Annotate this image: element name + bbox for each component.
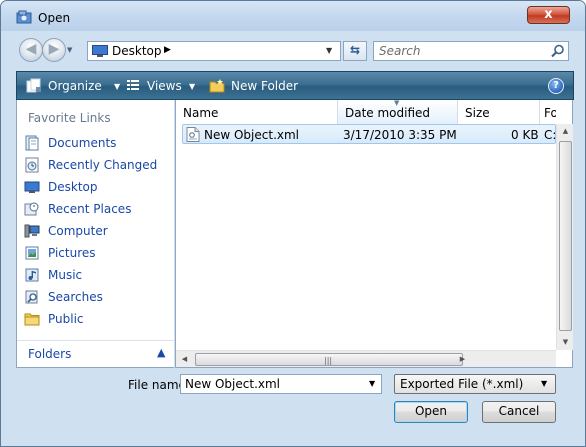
scroll-up-icon[interactable]: ▲ bbox=[557, 127, 574, 135]
file-name-cell: New Object.xml bbox=[204, 128, 300, 142]
sidebar-item-label: Pictures bbox=[48, 246, 96, 260]
vertical-scroll-thumb[interactable] bbox=[559, 141, 572, 331]
sidebar-item-label: Recently Changed bbox=[48, 158, 158, 172]
forward-button[interactable]: ▶ bbox=[42, 38, 66, 62]
favorite-links-heading: Favorite Links bbox=[28, 111, 111, 125]
close-button[interactable]: x bbox=[527, 6, 570, 24]
file-name-value: New Object.xml bbox=[185, 377, 281, 391]
sidebar-item-music[interactable]: Music bbox=[22, 265, 172, 285]
sidebar-item-searches[interactable]: Searches bbox=[22, 287, 172, 307]
sidebar-item-recently-changed[interactable]: Recently Changed bbox=[22, 155, 172, 175]
public-folder-icon bbox=[24, 313, 40, 326]
sidebar-item-pictures[interactable]: Pictures bbox=[22, 243, 172, 263]
views-dropdown-icon: ▼ bbox=[189, 82, 196, 91]
recent-places-icon bbox=[24, 202, 39, 216]
open-dialog-icon bbox=[16, 10, 32, 24]
folder-cell: C: bbox=[544, 128, 557, 142]
file-type-value: Exported File (*.xml) bbox=[400, 377, 524, 391]
navigation-pane: Favorite Links Documents Recently Change… bbox=[16, 100, 175, 368]
column-header-date-modified[interactable]: ▼ Date modified bbox=[338, 99, 458, 124]
help-icon[interactable]: ? bbox=[548, 78, 564, 94]
column-header-size[interactable]: Size bbox=[458, 100, 540, 124]
file-name-field[interactable]: New Object.xml ▼ bbox=[180, 374, 382, 394]
size-cell: 0 KB bbox=[511, 128, 539, 142]
sidebar-item-documents[interactable]: Documents bbox=[22, 133, 172, 153]
title-bar: Open x bbox=[1, 1, 585, 31]
date-modified-cell: 3/17/2010 3:35 PM bbox=[343, 128, 457, 142]
documents-icon bbox=[25, 135, 39, 151]
search-input[interactable]: Search bbox=[373, 41, 569, 61]
column-header-label: Date modified bbox=[345, 106, 431, 120]
organize-dropdown-icon: ▼ bbox=[114, 82, 121, 91]
column-header-folder[interactable]: Fo bbox=[540, 100, 556, 124]
refresh-button[interactable]: ⇆ bbox=[343, 41, 367, 61]
recent-pages-dropdown-icon[interactable]: ▼ bbox=[67, 46, 74, 54]
address-bar[interactable]: Desktop ▶ ▼ bbox=[87, 41, 341, 61]
pictures-icon bbox=[25, 246, 39, 260]
vertical-scrollbar[interactable]: ▲ ▼ bbox=[556, 124, 573, 350]
scroll-down-icon[interactable]: ▼ bbox=[557, 338, 574, 346]
breadcrumb-chevron-icon[interactable]: ▶ bbox=[164, 45, 171, 55]
file-name-dropdown-icon[interactable]: ▼ bbox=[369, 379, 375, 388]
sidebar-item-label: Computer bbox=[48, 224, 108, 238]
chevron-down-icon: ▼ bbox=[541, 379, 548, 388]
window-title: Open bbox=[38, 11, 71, 25]
new-folder-icon bbox=[209, 79, 225, 93]
back-arrow-icon: ◀ bbox=[25, 41, 37, 57]
sidebar-item-public[interactable]: Public bbox=[22, 309, 172, 329]
cancel-button[interactable]: Cancel bbox=[482, 401, 556, 423]
sidebar-item-label: Desktop bbox=[48, 180, 98, 194]
sidebar-item-computer[interactable]: Computer bbox=[22, 221, 172, 241]
sidebar-item-desktop[interactable]: Desktop bbox=[22, 177, 172, 197]
column-header-label: Size bbox=[465, 106, 490, 120]
scroll-right-icon[interactable]: ▶ bbox=[454, 355, 471, 363]
close-icon: x bbox=[544, 7, 553, 22]
file-type-select[interactable]: Exported File (*.xml) ▼ bbox=[394, 374, 556, 394]
address-text: Desktop bbox=[112, 44, 162, 58]
open-button[interactable]: Open bbox=[394, 401, 468, 423]
organize-button[interactable]: Organize ▼ bbox=[26, 78, 126, 96]
back-forward-buttons: ◀ ▶ ▼ bbox=[19, 38, 74, 62]
horizontal-scroll-thumb[interactable]: ||| bbox=[195, 353, 463, 366]
table-row[interactable]: New Object.xml 3/17/2010 3:35 PM 0 KB C: bbox=[182, 124, 556, 144]
sidebar-item-label: Searches bbox=[48, 290, 103, 304]
folders-toggle[interactable]: Folders ▲ bbox=[17, 340, 175, 368]
views-button[interactable]: Views ▼ bbox=[125, 78, 207, 96]
organize-icon bbox=[26, 78, 41, 93]
sidebar-item-recent-places[interactable]: Recent Places bbox=[22, 199, 172, 219]
column-header-label: Fo bbox=[544, 106, 556, 120]
music-icon bbox=[25, 268, 39, 282]
sidebar-item-label: Music bbox=[48, 268, 83, 282]
sidebar-item-label: Recent Places bbox=[48, 202, 132, 216]
search-icon[interactable] bbox=[551, 44, 565, 58]
computer-icon bbox=[24, 224, 40, 238]
recently-changed-icon bbox=[25, 157, 39, 173]
back-button[interactable]: ◀ bbox=[19, 38, 43, 62]
folders-label: Folders bbox=[28, 347, 72, 361]
address-dropdown-icon[interactable]: ▼ bbox=[326, 46, 332, 55]
xml-file-icon bbox=[186, 127, 200, 142]
column-header-name[interactable]: Name bbox=[176, 100, 338, 124]
file-list: Name ▼ Date modified Size Fo New Object.… bbox=[175, 99, 573, 368]
forward-arrow-icon: ▶ bbox=[48, 41, 60, 57]
new-folder-button[interactable]: New Folder bbox=[209, 78, 309, 96]
new-folder-label: New Folder bbox=[231, 79, 299, 93]
horizontal-scrollbar[interactable]: ◀ ||| ▶ bbox=[176, 350, 556, 367]
sidebar-item-label: Documents bbox=[48, 136, 117, 150]
column-header-label: Name bbox=[183, 106, 219, 120]
command-toolbar: Organize ▼ Views ▼ New Folder ? bbox=[16, 71, 574, 100]
desktop-icon bbox=[92, 45, 108, 57]
open-dialog: Open x ◀ ▶ ▼ Desktop ▶ ▼ ⇆ Search Organi… bbox=[0, 0, 586, 447]
scroll-grip-icon: ||| bbox=[324, 356, 333, 365]
search-placeholder: Search bbox=[379, 44, 421, 58]
chevron-up-icon: ▲ bbox=[157, 346, 166, 359]
searches-icon bbox=[25, 290, 38, 304]
desktop-icon bbox=[24, 181, 40, 193]
organize-label: Organize bbox=[48, 79, 102, 93]
refresh-icon: ⇆ bbox=[349, 43, 361, 57]
sidebar-item-label: Public bbox=[48, 312, 84, 326]
views-label: Views bbox=[147, 79, 182, 93]
scroll-left-icon[interactable]: ◀ bbox=[176, 355, 193, 363]
views-icon bbox=[127, 80, 139, 90]
